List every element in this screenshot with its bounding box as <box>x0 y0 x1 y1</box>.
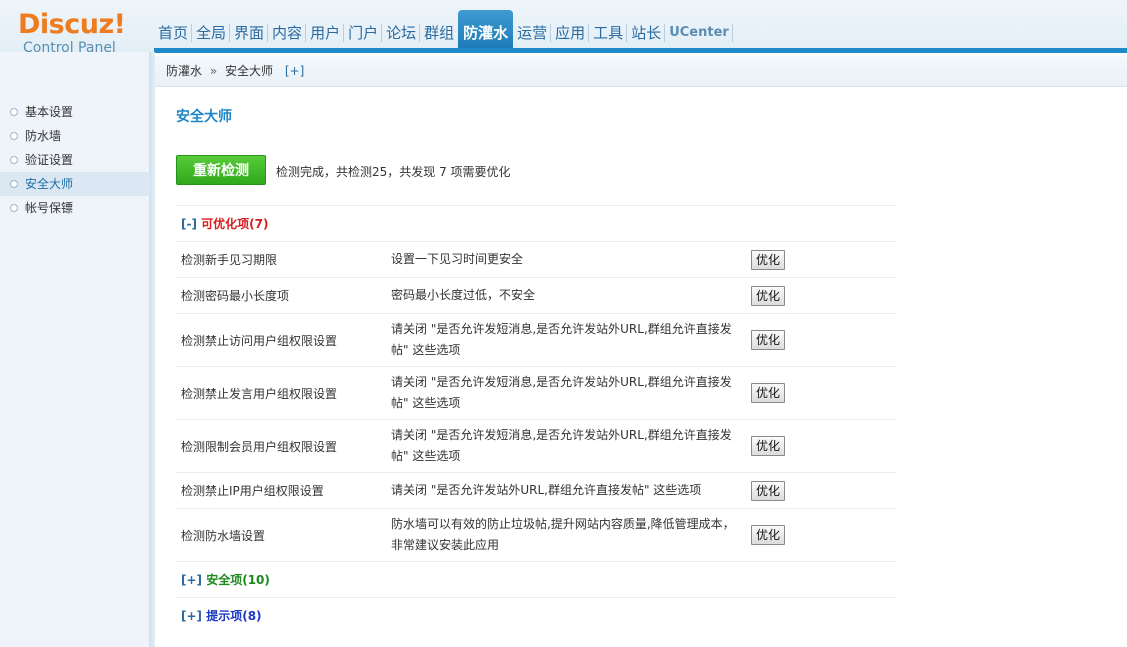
main-content: 安全大师 重新检测 检测完成，共检测25，共发现 7 项需要优化 [-] 可优化… <box>155 87 1127 647</box>
table-row: 检测禁止IP用户组权限设置 请关闭 "是否允许发站外URL,群组允许直接发帖" … <box>176 472 896 509</box>
sidebar-item-label: 验证设置 <box>25 153 74 167</box>
group-header-safe: [+] 安全项(10) <box>176 561 896 598</box>
check-name: 检测限制会员用户组权限设置 <box>176 419 386 473</box>
optimize-button[interactable]: 优化 <box>751 249 786 270</box>
nav-content[interactable]: 内容 <box>268 10 307 52</box>
sidebar-item-label: 帐号保镖 <box>25 201 74 215</box>
sidebar-item-verification[interactable]: 验证设置 <box>0 148 150 172</box>
check-name: 检测防水墙设置 <box>176 508 386 562</box>
group-header-tips: [+] 提示项(8) <box>176 597 896 633</box>
check-name: 检测禁止IP用户组权限设置 <box>176 472 386 509</box>
sidebar-menu: 基本设置 防水墙 验证设置 安全大师 帐号保镖 <box>0 100 150 220</box>
sidebar-item-firewall[interactable]: 防水墙 <box>0 124 150 148</box>
check-name: 检测新手见习期限 <box>176 241 386 278</box>
check-description: 密码最小长度过低，不安全 <box>386 277 746 314</box>
nav-label: 应用 <box>555 24 586 42</box>
nav-anti-spam[interactable]: 防灌水 <box>458 10 514 52</box>
table-row: 检测限制会员用户组权限设置 请关闭 "是否允许发短消息,是否允许发站外URL,群… <box>176 419 896 473</box>
nav-label: 群组 <box>424 24 455 42</box>
logo-wordmark: Discuz! <box>18 9 126 40</box>
table-row: 检测新手见习期限 设置一下见习时间更安全 优化 <box>176 241 896 278</box>
bullet-icon <box>10 132 18 140</box>
nav-label: 全局 <box>196 24 227 42</box>
expand-toggle[interactable]: [+] <box>181 573 202 587</box>
group-label-tips: 提示项(8) <box>206 609 262 623</box>
breadcrumb: 防灌水 » 安全大师 [+] <box>155 56 1127 87</box>
sidebar-item-account-guard[interactable]: 帐号保镖 <box>0 196 150 220</box>
group-label-optimizable: 可优化项(7) <box>201 217 269 231</box>
group-label-safe: 安全项(10) <box>206 573 270 587</box>
check-name: 检测密码最小长度项 <box>176 277 386 314</box>
optimize-button[interactable]: 优化 <box>751 383 786 403</box>
sidebar-item-label: 基本设置 <box>25 105 74 119</box>
recheck-button[interactable]: 重新检测 <box>176 155 266 185</box>
collapse-toggle[interactable]: [-] <box>181 217 197 231</box>
nav-interface[interactable]: 界面 <box>230 10 269 52</box>
nav-label: UCenter <box>669 25 729 40</box>
nav-users[interactable]: 用户 <box>306 10 345 52</box>
nav-home[interactable]: 首页 <box>154 10 193 52</box>
check-name: 检测禁止访问用户组权限设置 <box>176 313 386 367</box>
optimize-button[interactable]: 优化 <box>751 525 786 545</box>
nav-forum[interactable]: 论坛 <box>382 10 421 52</box>
discuz-logo[interactable]: Discuz! Control Panel <box>18 9 148 57</box>
sidebar-item-security-master[interactable]: 安全大师 <box>0 172 150 196</box>
bullet-icon <box>10 156 18 164</box>
check-description: 请关闭 "是否允许发站外URL,群组允许直接发帖" 这些选项 <box>386 472 746 509</box>
expand-toggle[interactable]: [+] <box>181 609 202 623</box>
bullet-icon <box>10 204 18 212</box>
nav-label: 论坛 <box>386 24 417 42</box>
bullet-icon <box>10 180 18 188</box>
nav-label: 界面 <box>234 24 265 42</box>
top-header: Discuz! Control Panel 首页 全局 界面 内容 用户 门户 … <box>0 0 1127 56</box>
table-row: 检测防水墙设置 防水墙可以有效的防止垃圾帖,提升网站内容质量,降低管理成本，非常… <box>176 508 896 562</box>
top-nav: 首页 全局 界面 内容 用户 门户 论坛 群组 防灌水 运营 应用 工具 站长 … <box>154 10 733 52</box>
nav-webmaster[interactable]: 站长 <box>627 10 666 52</box>
optimize-button[interactable]: 优化 <box>751 436 786 456</box>
check-description: 请关闭 "是否允许发短消息,是否允许发站外URL,群组允许直接发帖" 这些选项 <box>386 313 746 367</box>
optimize-button[interactable]: 优化 <box>751 285 786 306</box>
breadcrumb-page: 安全大师 <box>225 64 274 78</box>
breadcrumb-section[interactable]: 防灌水 <box>166 64 202 78</box>
add-shortcut-link[interactable]: [+] <box>285 64 304 78</box>
page-title: 安全大师 <box>176 109 232 125</box>
sidebar-item-label: 防水墙 <box>25 129 62 143</box>
scan-summary: 检测完成，共检测25，共发现 7 项需要优化 <box>276 165 511 179</box>
breadcrumb-separator: » <box>209 64 218 78</box>
nav-operations[interactable]: 运营 <box>513 10 552 52</box>
nav-label: 运营 <box>517 24 548 42</box>
check-description: 请关闭 "是否允许发短消息,是否允许发站外URL,群组允许直接发帖" 这些选项 <box>386 419 746 473</box>
nav-label: 用户 <box>310 24 341 42</box>
nav-ucenter[interactable]: UCenter <box>665 10 733 52</box>
check-name: 检测禁止发言用户组权限设置 <box>176 366 386 420</box>
check-description: 防水墙可以有效的防止垃圾帖,提升网站内容质量,降低管理成本，非常建议安装此应用 <box>386 508 746 562</box>
nav-label: 工具 <box>593 24 624 42</box>
bullet-icon <box>10 108 18 116</box>
nav-groups[interactable]: 群组 <box>420 10 458 52</box>
nav-label: 首页 <box>158 24 189 42</box>
nav-label: 门户 <box>348 24 379 42</box>
nav-label: 防灌水 <box>463 24 509 42</box>
nav-label: 内容 <box>272 24 303 42</box>
table-row: 检测禁止访问用户组权限设置 请关闭 "是否允许发短消息,是否允许发站外URL,群… <box>176 313 896 367</box>
nav-portal[interactable]: 门户 <box>344 10 383 52</box>
sidebar-item-basic-settings[interactable]: 基本设置 <box>0 100 150 124</box>
optimize-button[interactable]: 优化 <box>751 480 786 501</box>
nav-underline-bar <box>154 48 1127 53</box>
sidebar-item-label: 安全大师 <box>25 177 74 191</box>
group-header-optimizable: [-] 可优化项(7) <box>176 205 896 242</box>
nav-apps[interactable]: 应用 <box>551 10 590 52</box>
nav-label: 站长 <box>631 24 662 42</box>
table-row: 检测密码最小长度项 密码最小长度过低，不安全 优化 <box>176 277 896 314</box>
optimize-button[interactable]: 优化 <box>751 330 786 350</box>
check-description: 设置一下见习时间更安全 <box>386 241 746 278</box>
table-row: 检测禁止发言用户组权限设置 请关闭 "是否允许发短消息,是否允许发站外URL,群… <box>176 366 896 420</box>
nav-tools[interactable]: 工具 <box>589 10 628 52</box>
scan-result-table: [-] 可优化项(7) 检测新手见习期限 设置一下见习时间更安全 优化 检测密码… <box>176 205 896 633</box>
check-description: 请关闭 "是否允许发短消息,是否允许发站外URL,群组允许直接发帖" 这些选项 <box>386 366 746 420</box>
nav-global[interactable]: 全局 <box>192 10 231 52</box>
